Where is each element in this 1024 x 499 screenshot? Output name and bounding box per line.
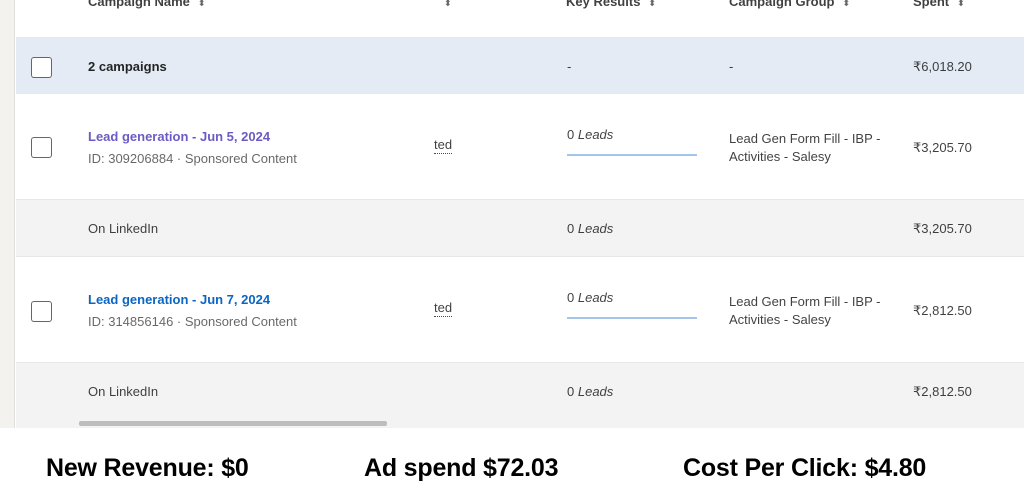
campaign-spent: ₹3,205.70 (913, 140, 972, 155)
table-row: Lead generation - Jun 7, 2024 ID: 314856… (16, 257, 1024, 363)
left-rail (0, 0, 15, 428)
table-subrow: On LinkedIn 0 Leads ₹2,812.50 (16, 363, 1024, 420)
key-results-progress-bar (567, 317, 697, 319)
column-header-campaign-group[interactable]: Campaign Group ⬍ (729, 0, 850, 9)
metrics-caption: New Revenue: $0 Ad spend $72.03 Cost Per… (0, 428, 1024, 499)
summary-campaign-group: - (729, 59, 734, 74)
row-checkbox[interactable] (31, 137, 52, 158)
campaign-group: Lead Gen Form Fill - IBP - Activities - … (729, 131, 881, 164)
sort-icon[interactable]: ⬍ (957, 0, 965, 8)
campaign-name-link[interactable]: Lead generation - Jun 5, 2024 (88, 129, 270, 144)
campaign-group: Lead Gen Form Fill - IBP - Activities - … (729, 294, 881, 327)
sort-icon[interactable]: ⬍ (648, 0, 656, 8)
campaign-meta: ID: 314856146 · Sponsored Content (88, 314, 297, 329)
key-results: 0 Leads (567, 290, 614, 305)
sort-icon[interactable]: ⬍ (842, 0, 850, 8)
sort-icon[interactable]: ⬍ (444, 0, 452, 8)
sort-icon[interactable]: ⬍ (198, 0, 206, 8)
column-header-status[interactable]: ⬍ (436, 0, 452, 9)
summary-row: 2 campaigns - - ₹6,018.20 (16, 38, 1024, 94)
column-header-key-results[interactable]: Key Results ⬍ (566, 0, 656, 9)
screenshot-area: Campaign Name ⬍ ⬍ Key Results ⬍ Campaign G… (0, 0, 1024, 428)
table-header: Campaign Name ⬍ ⬍ Key Results ⬍ Campaign G… (16, 0, 1024, 38)
new-revenue-metric: New Revenue: $0 (46, 454, 249, 482)
placement-label: On LinkedIn (88, 384, 159, 399)
placement-key-results: 0 Leads (567, 384, 614, 399)
summary-key-results: - (567, 59, 572, 74)
campaigns-table: Campaign Name ⬍ ⬍ Key Results ⬍ Campaign G… (16, 0, 1024, 428)
campaign-spent: ₹2,812.50 (913, 303, 972, 318)
horizontal-scrollbar-thumb[interactable] (79, 421, 387, 426)
campaign-name-link[interactable]: Lead generation - Jun 7, 2024 (88, 292, 270, 307)
ad-spend-metric: Ad spend $72.03 (364, 454, 559, 482)
campaign-status[interactable]: ted (434, 300, 453, 317)
select-all-checkbox[interactable] (31, 57, 52, 78)
cost-per-click-metric: Cost Per Click: $4.80 (683, 454, 927, 482)
placement-label: On LinkedIn (88, 221, 159, 236)
placement-spent: ₹2,812.50 (913, 384, 972, 399)
column-header-spent[interactable]: Spent ⬍ (913, 0, 965, 9)
summary-spent: ₹6,018.20 (913, 59, 972, 74)
summary-label: 2 campaigns (88, 59, 167, 74)
key-results-progress-bar (567, 154, 697, 156)
row-checkbox[interactable] (31, 301, 52, 322)
campaign-status[interactable]: ted (434, 137, 453, 154)
campaign-meta: ID: 309206884 · Sponsored Content (88, 151, 297, 166)
column-header-name[interactable]: Campaign Name ⬍ (88, 0, 205, 9)
key-results: 0 Leads (567, 127, 614, 142)
placement-spent: ₹3,205.70 (913, 221, 972, 236)
placement-key-results: 0 Leads (567, 221, 614, 236)
table-row: Lead generation - Jun 5, 2024 ID: 309206… (16, 94, 1024, 200)
table-subrow: On LinkedIn 0 Leads ₹3,205.70 (16, 200, 1024, 257)
